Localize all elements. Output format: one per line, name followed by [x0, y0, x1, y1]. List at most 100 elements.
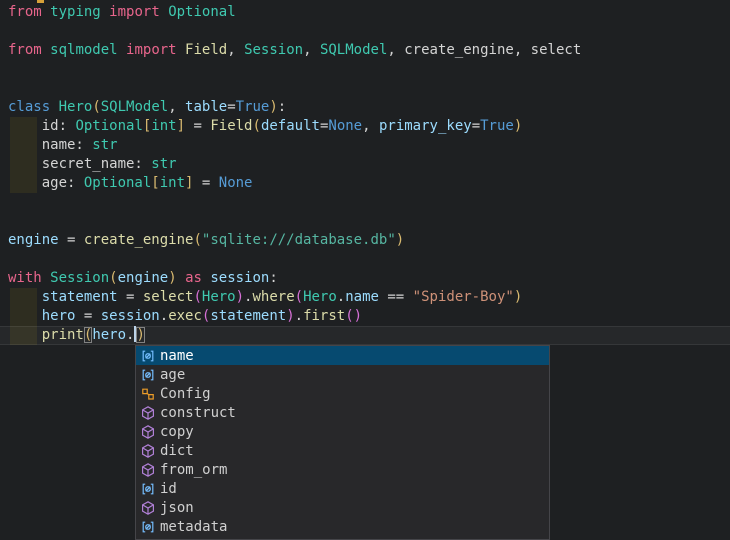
code-token: from [8, 4, 42, 20]
code-token: . [160, 308, 168, 324]
suggestion-name[interactable]: name [136, 346, 549, 365]
code-token: int [151, 118, 176, 134]
code-token: ( [109, 270, 117, 286]
code-line-16[interactable]: statement = select(Hero).where(Hero.name… [8, 288, 581, 307]
code-token: , [303, 42, 320, 58]
code-token: Field [210, 118, 252, 134]
suggestion-label: construct [160, 405, 236, 421]
code-line-13[interactable]: engine = create_engine("sqlite:///databa… [8, 231, 581, 250]
code-token [8, 289, 42, 305]
code-editor[interactable]: from typing import Optional from sqlmodel… [0, 0, 730, 540]
code-token: "sqlite:///database.db" [202, 232, 396, 248]
code-line-10[interactable]: age: Optional[int] = None [8, 174, 581, 193]
code-token: Optional [84, 175, 151, 191]
code-token: Session [50, 270, 109, 286]
code-token: Optional [75, 118, 142, 134]
code-token: print [42, 327, 84, 343]
code-area[interactable]: from typing import Optional from sqlmodel… [8, 3, 581, 345]
suggestion-label: from_orm [160, 462, 227, 478]
code-line-1[interactable]: from typing import Optional [8, 3, 581, 22]
symbol-method-icon [140, 424, 156, 440]
code-token: int [160, 175, 185, 191]
code-token: str [151, 156, 176, 172]
code-token [42, 42, 50, 58]
code-token: Optional [168, 4, 235, 20]
code-line-11[interactable] [8, 193, 581, 212]
code-token: ) [514, 289, 522, 305]
code-token: None [328, 118, 362, 134]
code-token [160, 4, 168, 20]
code-token: . [295, 308, 303, 324]
code-token [118, 42, 126, 58]
code-token: SQLModel [101, 99, 168, 115]
code-token: = [59, 232, 84, 248]
code-line-3[interactable]: from sqlmodel import Field, Session, SQL… [8, 41, 581, 60]
code-token: ( [295, 289, 303, 305]
suggestion-label: id [160, 481, 177, 497]
code-token: name [345, 289, 379, 305]
code-token: , [168, 99, 185, 115]
code-token: name: [8, 137, 92, 153]
code-line-6[interactable]: class Hero(SQLModel, table=True): [8, 98, 581, 117]
suggestion-label: name [160, 348, 194, 364]
suggestion-dict[interactable]: dict [136, 441, 549, 460]
symbol-method-icon [140, 443, 156, 459]
code-line-4[interactable] [8, 60, 581, 79]
code-token: ) [396, 232, 404, 248]
suggestion-label: dict [160, 443, 194, 459]
code-token: . [126, 327, 134, 343]
symbol-field-icon [140, 519, 156, 535]
suggestion-metadata[interactable]: metadata [136, 517, 549, 536]
code-token: ) [286, 308, 294, 324]
code-token: engine [118, 270, 169, 286]
code-line-2[interactable] [8, 22, 581, 41]
suggestion-label: metadata [160, 519, 227, 535]
code-line-9[interactable]: secret_name: str [8, 155, 581, 174]
suggestion-json[interactable]: json [136, 498, 549, 517]
code-token [101, 4, 109, 20]
code-token: first [303, 308, 345, 324]
autocomplete-dropdown[interactable]: nameageConfig construct copy dict from_ormid… [135, 345, 550, 540]
code-token: engine [8, 232, 59, 248]
code-line-12[interactable] [8, 212, 581, 231]
suggestion-label: json [160, 500, 194, 516]
code-line-18[interactable]: print(hero.) [8, 326, 581, 345]
code-token: Hero [59, 99, 93, 115]
code-line-17[interactable]: hero = session.exec(statement).first() [8, 307, 581, 326]
suggestion-age[interactable]: age [136, 365, 549, 384]
suggestion-label: copy [160, 424, 194, 440]
code-token: , [514, 42, 531, 58]
suggestion-id[interactable]: id [136, 479, 549, 498]
code-token: str [92, 137, 117, 153]
suggestion-Config[interactable]: Config [136, 384, 549, 403]
code-token: == [379, 289, 413, 305]
code-token: , [227, 42, 244, 58]
symbol-field-icon [140, 367, 156, 383]
symbol-field-icon [140, 348, 156, 364]
code-line-14[interactable] [8, 250, 581, 269]
code-token: exec [168, 308, 202, 324]
symbol-method-icon [140, 462, 156, 478]
suggestion-construct[interactable]: construct [136, 403, 549, 422]
code-line-8[interactable]: name: str [8, 136, 581, 155]
code-token: = [185, 118, 210, 134]
code-line-15[interactable]: with Session(engine) as session: [8, 269, 581, 288]
code-token: , [387, 42, 404, 58]
suggestion-copy[interactable]: copy [136, 422, 549, 441]
code-line-5[interactable] [8, 79, 581, 98]
symbol-field-icon [140, 481, 156, 497]
code-token: Hero [303, 289, 337, 305]
code-token [50, 99, 58, 115]
code-token: hero [42, 308, 76, 324]
code-token: as [185, 270, 202, 286]
suggestion-from_orm[interactable]: from_orm [136, 460, 549, 479]
code-token [177, 42, 185, 58]
code-token: statement [42, 289, 118, 305]
code-token: hero [92, 327, 126, 343]
code-token [177, 270, 185, 286]
code-token: True [236, 99, 270, 115]
code-line-7[interactable]: id: Optional[int] = Field(default=None, … [8, 117, 581, 136]
code-token: [ [151, 175, 159, 191]
code-token: primary_key [379, 118, 472, 134]
code-token: where [252, 289, 294, 305]
